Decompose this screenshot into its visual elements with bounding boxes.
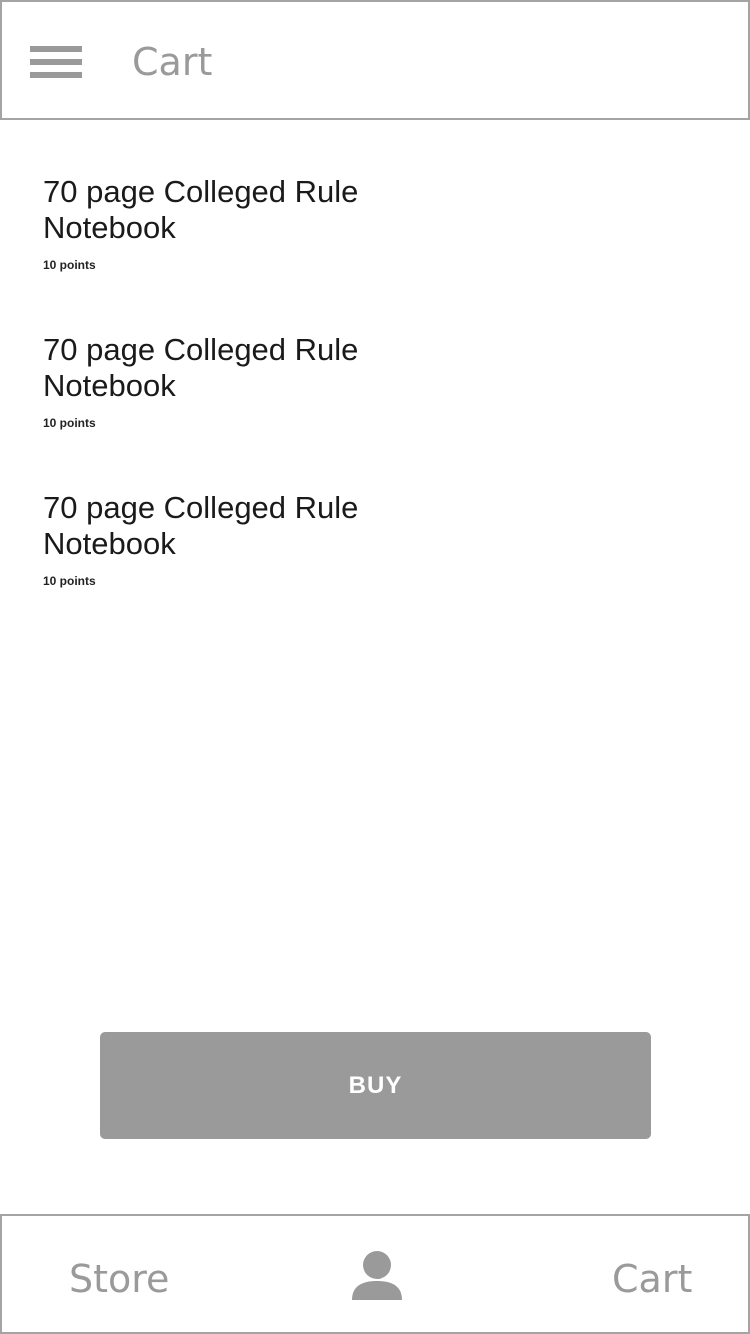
user-profile-icon-graphic	[352, 1251, 402, 1300]
cart-item[interactable]: 70 page Colleged Rule Notebook 10 points	[43, 174, 463, 332]
top-app-bar: Cart	[0, 0, 750, 120]
menu-line	[30, 46, 82, 52]
cart-item-points: 10 points	[43, 258, 96, 272]
cart-item[interactable]: 70 page Colleged Rule Notebook 10 points	[43, 490, 463, 648]
cart-item-name: 70 page Colleged Rule Notebook	[43, 490, 359, 561]
page-title: Cart	[132, 40, 213, 84]
cart-item-list: 70 page Colleged Rule Notebook 10 points…	[43, 174, 463, 648]
cart-item-points: 10 points	[43, 574, 96, 588]
cart-screen: Cart 70 page Colleged Rule Notebook 10 p…	[0, 0, 750, 1334]
buy-button[interactable]: BUY	[100, 1032, 651, 1139]
menu-line	[30, 72, 82, 78]
bottom-navigation-bar: Store Cart	[0, 1214, 750, 1334]
nav-store-tab[interactable]: Store	[69, 1256, 169, 1302]
cart-item-name: 70 page Colleged Rule Notebook	[43, 174, 359, 245]
cart-item[interactable]: 70 page Colleged Rule Notebook 10 points	[43, 332, 463, 490]
cart-item-name: 70 page Colleged Rule Notebook	[43, 332, 359, 403]
hamburger-menu-icon[interactable]	[30, 46, 82, 80]
menu-line	[30, 59, 82, 65]
user-profile-icon[interactable]	[350, 1250, 404, 1302]
nav-cart-tab[interactable]: Cart	[612, 1256, 692, 1302]
cart-item-points: 10 points	[43, 416, 96, 430]
